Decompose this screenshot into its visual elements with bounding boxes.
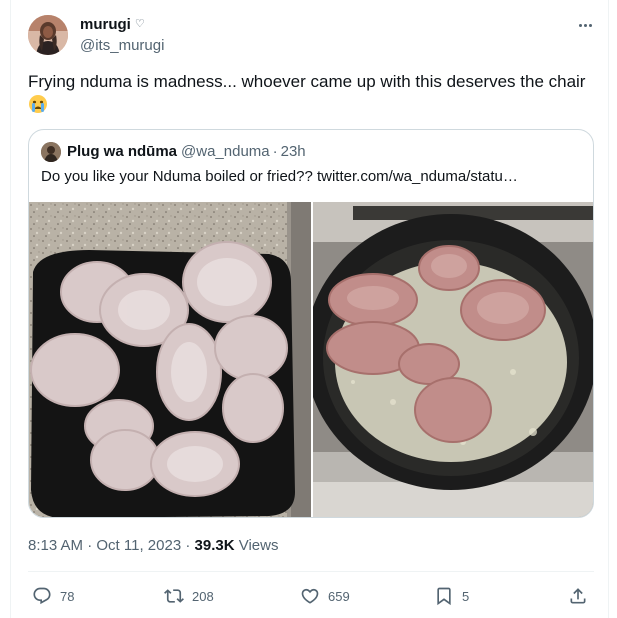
author-display-name[interactable]: murugi xyxy=(80,16,131,33)
quoted-separator: · xyxy=(272,143,278,160)
tweet-body: Frying nduma is madness... whoever came … xyxy=(28,72,586,91)
like-count: 659 xyxy=(328,588,350,604)
bookmark-count: 5 xyxy=(462,588,470,604)
retweet-count: 208 xyxy=(192,588,214,604)
views-label: Views xyxy=(238,537,279,554)
heart-icon: ♡ xyxy=(134,18,145,30)
share-icon xyxy=(570,588,586,604)
more-icon[interactable] xyxy=(574,14,596,36)
frame-right-border xyxy=(608,0,609,618)
retweet-icon xyxy=(164,589,184,603)
quoted-media[interactable] xyxy=(29,202,594,518)
tweet-meta: 8:13 AM · Oct 11, 2023 · 39.3K Views xyxy=(28,537,278,555)
reply-button[interactable]: 78 xyxy=(32,582,74,610)
quoted-author-avatar xyxy=(41,142,61,162)
reply-icon xyxy=(33,587,51,605)
bookmark-button[interactable]: 5 xyxy=(434,582,469,610)
action-divider xyxy=(28,571,594,572)
like-button[interactable]: 659 xyxy=(300,582,350,610)
author-avatar[interactable] xyxy=(28,15,68,55)
tweet-text: Frying nduma is madness... whoever came … xyxy=(28,70,588,118)
retweet-button[interactable]: 208 xyxy=(164,582,214,610)
share-button[interactable] xyxy=(568,582,588,610)
views-count: 39.3K xyxy=(194,537,235,554)
quoted-header: Plug wa ndūma @wa_nduma · 23h xyxy=(67,143,306,161)
action-bar: 78 208 659 5 xyxy=(28,582,594,610)
quoted-tweet-card[interactable]: Plug wa ndūma @wa_nduma · 23h Do you like y… xyxy=(28,129,594,518)
like-icon xyxy=(301,588,319,604)
reply-count: 78 xyxy=(60,588,75,604)
frame-left-border xyxy=(10,0,11,618)
boiled-nduma-photo[interactable] xyxy=(29,202,311,518)
author-block: murugi ♡ xyxy=(80,16,145,34)
quoted-author-handle: @wa_nduma xyxy=(181,143,270,160)
meta-separator: · xyxy=(87,537,93,554)
fried-nduma-photo[interactable] xyxy=(313,202,594,518)
quoted-author-name: Plug wa ndūma xyxy=(67,143,178,160)
author-handle[interactable]: @its_murugi xyxy=(80,37,164,55)
bookmark-icon xyxy=(437,587,451,606)
tweet-date[interactable]: Oct 11, 2023 xyxy=(96,537,181,554)
crying-face-emoji xyxy=(29,95,47,113)
meta-separator-2: · xyxy=(185,537,191,554)
quoted-text: Do you like your Nduma boiled or fried??… xyxy=(41,168,518,185)
quoted-timestamp: 23h xyxy=(280,143,306,160)
tweet-time[interactable]: 8:13 AM xyxy=(28,537,83,554)
